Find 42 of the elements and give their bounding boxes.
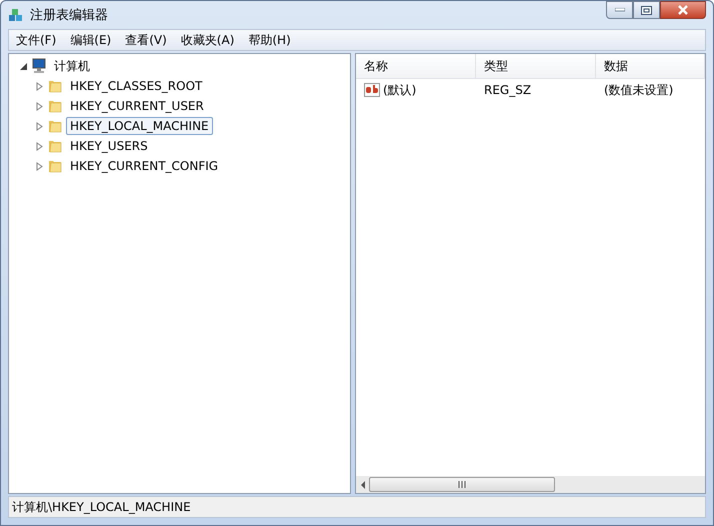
grip-icon <box>458 481 466 488</box>
menu-item[interactable]: 帮助(H) <box>243 32 296 48</box>
string-value-icon <box>364 83 380 97</box>
window-title: 注册表编辑器 <box>30 7 108 24</box>
horizontal-scrollbar[interactable] <box>356 476 705 493</box>
table-cell-text: REG_SZ <box>483 82 532 99</box>
folder-icon <box>47 78 63 94</box>
tree-item[interactable]: HKEY_CLASSES_ROOT <box>66 77 206 95</box>
folder-icon <box>47 138 63 154</box>
menu-item[interactable]: 编辑(E) <box>65 32 116 48</box>
column-header[interactable]: 名称 <box>356 54 476 78</box>
maximize-icon <box>641 6 652 14</box>
table-cell-text: (数值未设置) <box>603 82 674 98</box>
close-icon <box>677 5 689 15</box>
minimize-button[interactable] <box>606 1 633 19</box>
folder-icon <box>47 98 63 114</box>
expand-icon[interactable] <box>35 102 44 110</box>
menu-item[interactable]: 查看(V) <box>120 32 172 48</box>
expand-icon[interactable] <box>35 142 44 150</box>
folder-icon <box>47 118 63 134</box>
folder-icon <box>47 158 63 174</box>
tree-item[interactable]: HKEY_LOCAL_MACHINE <box>66 117 213 135</box>
tree-item[interactable]: HKEY_CURRENT_USER <box>66 97 208 115</box>
column-header[interactable]: 类型 <box>476 54 596 78</box>
collapse-icon[interactable] <box>19 62 28 70</box>
tree-item[interactable]: HKEY_USERS <box>66 137 152 155</box>
tree-item[interactable]: 计算机 <box>50 56 94 76</box>
status-bar: 计算机\HKEY_LOCAL_MACHINE <box>8 496 706 518</box>
menu-item[interactable]: 文件(F) <box>11 32 62 48</box>
menu-item[interactable]: 收藏夹(A) <box>176 32 240 48</box>
registry-cubes-icon <box>8 7 24 23</box>
expand-icon[interactable] <box>35 82 44 90</box>
tree-item[interactable]: HKEY_CURRENT_CONFIG <box>66 157 222 175</box>
maximize-button[interactable] <box>633 1 660 19</box>
column-header[interactable]: 数据 <box>596 54 705 78</box>
table-cell: (默认) <box>383 82 416 98</box>
computer-icon <box>31 58 47 74</box>
close-button[interactable] <box>660 1 706 19</box>
expand-icon[interactable] <box>35 122 44 130</box>
expand-icon[interactable] <box>35 162 44 170</box>
left-arrow-icon[interactable] <box>360 480 366 488</box>
minimize-icon <box>614 8 624 12</box>
